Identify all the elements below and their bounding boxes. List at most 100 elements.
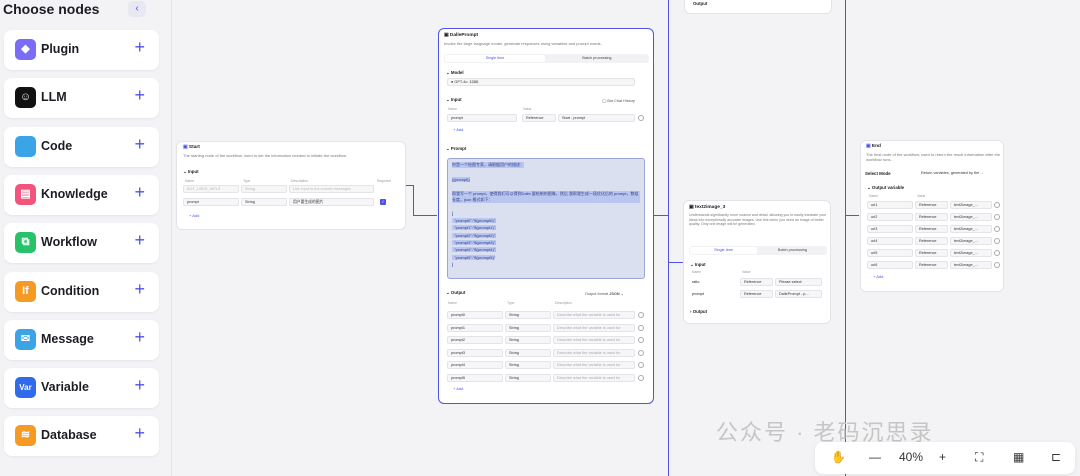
remove-end-output-icon[interactable] [994, 202, 1000, 208]
output-desc-field[interactable]: Describe what the variable is used for [553, 323, 635, 332]
end-output-value-select[interactable]: text2image_... [950, 237, 992, 245]
node-card-llm[interactable]: ☺ LLM + [4, 78, 159, 119]
end-output-mode-select[interactable]: Reference [915, 201, 948, 209]
output-name-field[interactable]: prompt4 [447, 361, 503, 369]
llm-input-mode-select[interactable]: Reference [522, 114, 556, 122]
remove-output-icon[interactable] [638, 349, 644, 356]
remove-output-icon[interactable] [638, 312, 644, 318]
collapse-sidebar-button[interactable]: ‹ [128, 1, 146, 17]
output-name-field[interactable]: prompt3 [447, 348, 503, 357]
end-output-name-field[interactable]: url5 [867, 249, 913, 257]
end-output-name-field[interactable]: url3 [867, 225, 913, 233]
top-partial-node[interactable]: Output [684, 0, 832, 14]
t2i-input-value-select[interactable]: DallePrompt - p... [775, 290, 822, 298]
add-node-plus-icon[interactable]: + [134, 423, 145, 444]
output-name-field[interactable]: prompt1 [447, 323, 503, 332]
t2i-input-value-select[interactable]: Please select [775, 278, 822, 286]
t2i-tab-batch-processing[interactable]: Batch processing [759, 247, 826, 254]
output-type-select[interactable]: String [505, 373, 551, 382]
llm-add-output-button[interactable]: + Add [453, 386, 463, 391]
end-output-name-field[interactable]: url6 [867, 261, 913, 269]
zoom-in-button[interactable]: + [939, 450, 946, 464]
remove-end-output-icon[interactable] [994, 214, 1000, 220]
output-desc-field[interactable]: Describe what the variable is used for [553, 348, 635, 357]
output-name-field[interactable]: prompt2 [447, 336, 503, 344]
output-name-field[interactable]: prompt0 [447, 311, 503, 319]
node-card-message[interactable]: ✉ Message + [4, 319, 159, 360]
node-card-plugin[interactable]: ◆ Plugin + [4, 30, 159, 70]
end-output-value-select[interactable]: text2image_... [950, 249, 992, 257]
prompt-editor[interactable]: 你是一个绘图专家，请根据用户的描述： {{prompt}} 帮我写一个 prompt… [447, 158, 645, 279]
start-add-input-button[interactable]: + Add [189, 213, 199, 218]
end-output-name-field[interactable]: url4 [867, 237, 913, 245]
end-output-value-select[interactable]: text2image_... [950, 213, 992, 221]
t2i-input-mode-select[interactable]: Reference [740, 278, 773, 286]
remove-end-output-icon[interactable] [994, 226, 1000, 232]
remove-end-output-icon[interactable] [994, 250, 1000, 256]
node-card-workflow[interactable]: ⧉ Workflow + [4, 223, 159, 264]
text2image-node[interactable]: ▣ text2image_3 Understands significantly… [683, 200, 831, 324]
output-format-select[interactable]: Output format JSON ⌄ [585, 291, 624, 296]
end-node[interactable]: ▣ End The final node of the workflow, us… [860, 140, 1004, 292]
add-node-plus-icon[interactable]: + [134, 375, 145, 396]
node-card-database[interactable]: ≋ Database + [4, 416, 159, 457]
output-name-field[interactable]: prompt5 [447, 373, 503, 382]
workflow-canvas[interactable]: Output ▣ Start The starting node of the … [172, 0, 1080, 476]
output-type-select[interactable]: String [505, 323, 551, 332]
start-input-name-field[interactable]: BOT_USER_INPUT [183, 185, 239, 193]
required-checkbox[interactable]: ✓ [380, 199, 386, 205]
bot-chat-history-toggle[interactable]: ◯ Bot Chat History [602, 98, 635, 103]
start-input-name-field[interactable]: prompt [183, 198, 239, 206]
start-node[interactable]: ▣ Start The starting node of the workflo… [176, 141, 406, 230]
start-input-type-select[interactable]: String [241, 198, 287, 206]
output-type-select[interactable]: String [505, 311, 551, 319]
start-input-desc-field[interactable]: 用户要生成的图片 [289, 198, 374, 206]
end-output-mode-select[interactable]: Reference [915, 249, 948, 257]
end-output-value-select[interactable]: text2image_... [950, 201, 992, 209]
t2i-output-section[interactable]: › Output [690, 309, 707, 314]
t2i-tab-single-time[interactable]: Single time [690, 247, 757, 254]
output-desc-field[interactable]: Describe what the variable is used for [553, 373, 635, 382]
llm-add-input-button[interactable]: + Add [453, 127, 463, 132]
node-card-code[interactable]: Code + [4, 126, 159, 167]
output-type-select[interactable]: String [505, 361, 551, 369]
end-output-mode-select[interactable]: Reference [915, 261, 948, 269]
add-node-plus-icon[interactable]: + [134, 182, 145, 203]
end-output-mode-select[interactable]: Reference [915, 237, 948, 245]
add-node-plus-icon[interactable]: + [134, 85, 145, 106]
add-node-plus-icon[interactable]: + [134, 230, 145, 251]
zoom-level[interactable]: 40% [899, 450, 923, 464]
remove-output-icon[interactable] [638, 324, 644, 331]
end-output-mode-select[interactable]: Reference [915, 225, 948, 233]
end-output-value-select[interactable]: text2image_... [950, 225, 992, 233]
output-desc-field[interactable]: Describe what the variable is used for [553, 311, 635, 319]
end-output-value-select[interactable]: text2image_... [950, 261, 992, 269]
add-node-plus-icon[interactable]: + [134, 134, 145, 155]
remove-end-output-icon[interactable] [994, 238, 1000, 244]
end-add-variable-button[interactable]: + Add [873, 274, 883, 279]
tab-single-time[interactable]: Single time [445, 55, 545, 62]
zoom-out-button[interactable]: — [869, 450, 881, 464]
add-node-plus-icon[interactable]: + [134, 279, 145, 300]
output-desc-field[interactable]: Describe what the variable is used for [553, 336, 635, 344]
output-type-select[interactable]: String [505, 348, 551, 357]
select-mode-dropdown[interactable]: Return variables, generated by the ... [918, 170, 998, 178]
llm-model-select[interactable]: ● GPT-4o 128K [447, 78, 635, 86]
output-desc-field[interactable]: Describe what the variable is used for [553, 361, 635, 369]
fit-view-icon[interactable]: ⛶ [975, 450, 983, 465]
llm-input-name-field[interactable]: prompt [447, 114, 517, 122]
llm-input-value-select[interactable]: Start - prompt [558, 114, 635, 122]
node-card-condition[interactable]: If Condition + [4, 271, 159, 312]
remove-output-icon[interactable] [638, 374, 644, 381]
node-card-variable[interactable]: Var Variable + [4, 368, 159, 409]
start-input-type-select[interactable]: String [241, 185, 287, 193]
remove-output-icon[interactable] [638, 362, 644, 368]
end-output-name-field[interactable]: url1 [867, 201, 913, 209]
end-output-mode-select[interactable]: Reference [915, 213, 948, 221]
llm-node[interactable]: ▣ DallePrompt Invoke the large language … [438, 28, 654, 404]
minimap-icon[interactable]: ▦ [1013, 450, 1024, 464]
add-node-plus-icon[interactable]: + [134, 37, 145, 58]
end-output-name-field[interactable]: url2 [867, 213, 913, 221]
add-node-plus-icon[interactable]: + [134, 327, 145, 348]
node-card-knowledge[interactable]: ▤ Knowledge + [4, 174, 159, 215]
